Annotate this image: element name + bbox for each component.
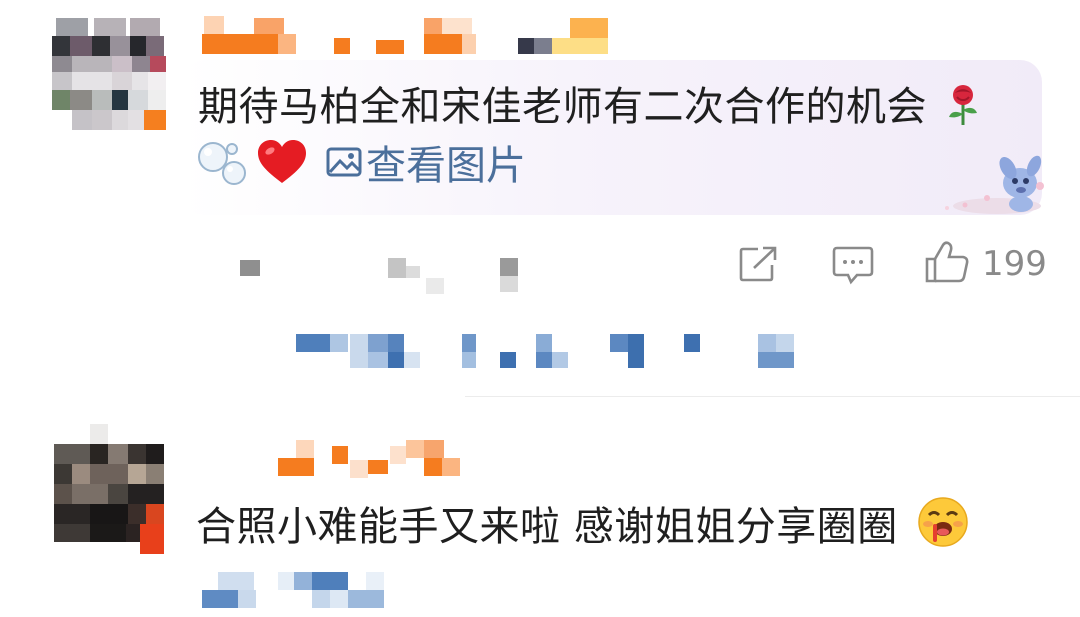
avatar[interactable] [52, 18, 166, 130]
username[interactable] [240, 438, 480, 480]
red-heart-icon [258, 140, 306, 183]
share-icon[interactable] [738, 245, 780, 283]
stitch-sticker-icon [945, 155, 1044, 214]
drooling-face-icon [918, 497, 968, 547]
comment-text: 期待马柏全和宋佳老师有二次合作的机会 [198, 74, 980, 132]
divider [465, 396, 1080, 397]
comment-icon[interactable] [832, 245, 874, 285]
comment-text: 合照小难能手又来啦 感谢姐姐分享圈圈 [196, 494, 969, 552]
comment-meta [200, 570, 400, 612]
username[interactable] [200, 16, 620, 56]
like-count: 199 [982, 244, 1047, 284]
bubbles-icon [198, 142, 246, 185]
avatar[interactable] [54, 424, 168, 554]
thumbs-up-icon[interactable] [924, 240, 970, 284]
comment-meta [238, 250, 528, 296]
rose-icon [949, 85, 978, 125]
replies-preview[interactable] [296, 330, 796, 370]
image-icon [326, 147, 362, 177]
view-image-link[interactable]: 查看图片 [326, 137, 526, 189]
